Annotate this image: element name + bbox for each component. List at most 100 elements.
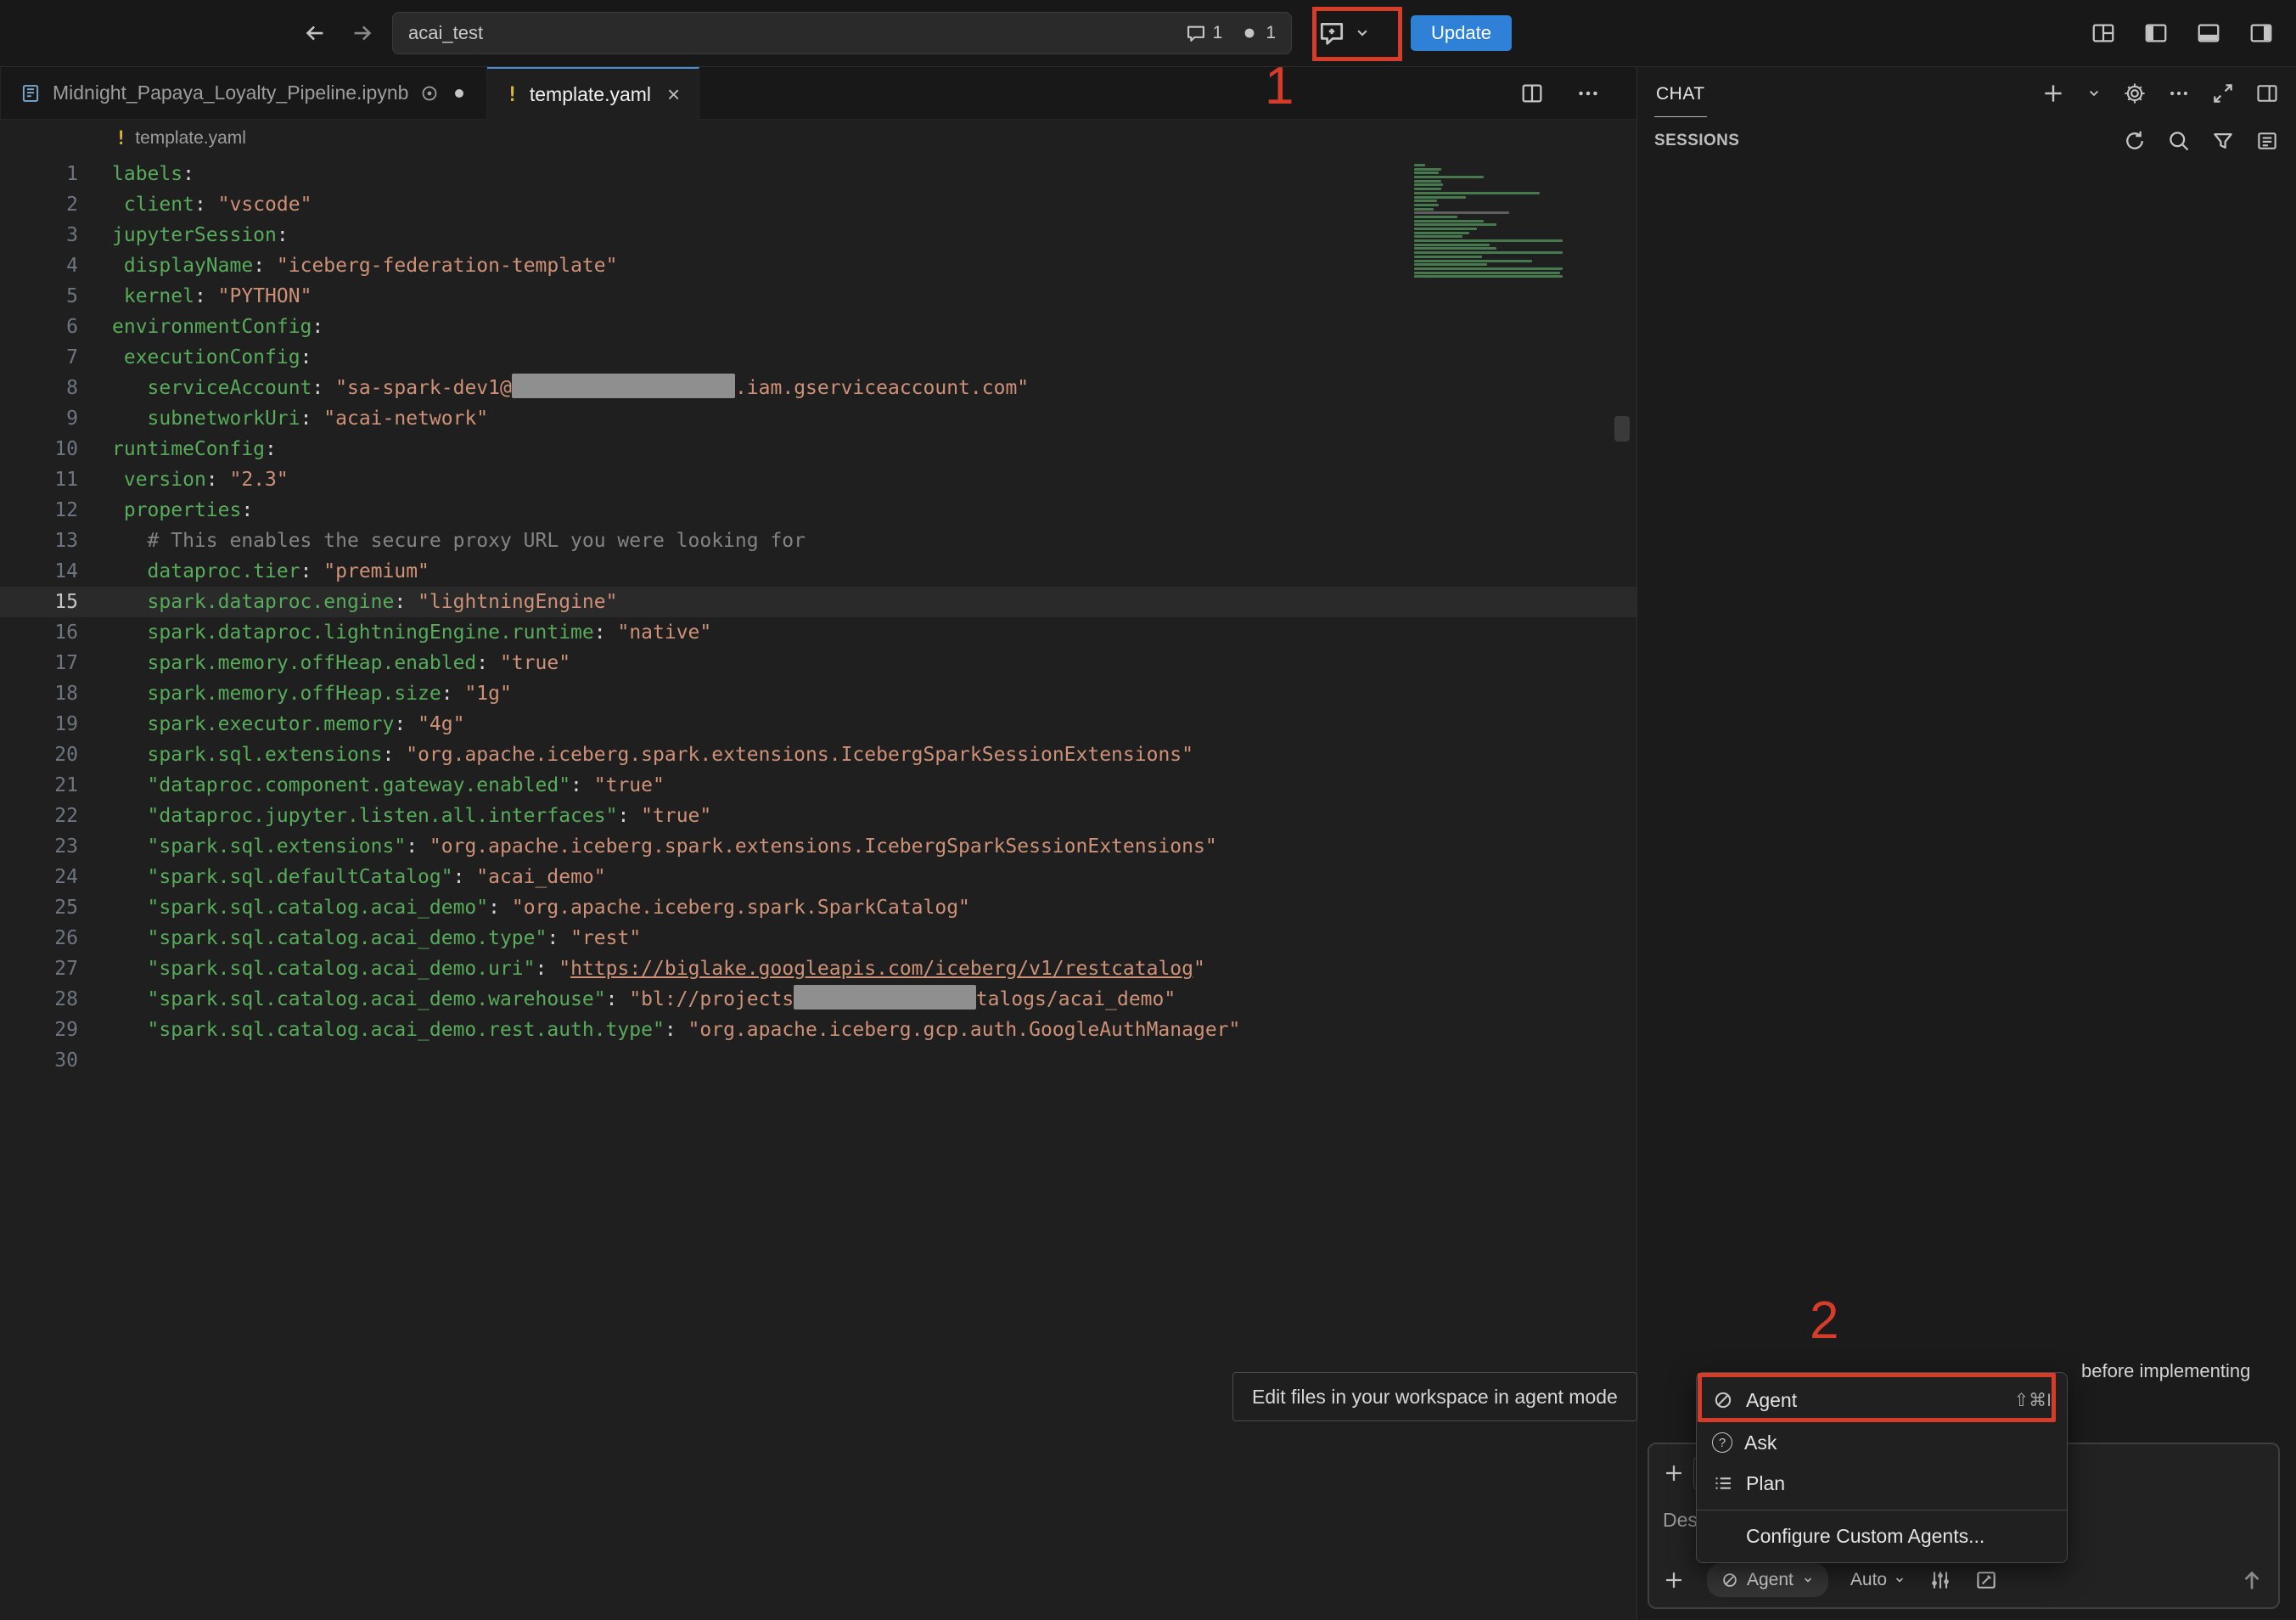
code-token: .iam.gserviceaccount.com" xyxy=(735,377,1029,399)
code-line[interactable]: 28 "spark.sql.catalog.acai_demo.warehous… xyxy=(0,984,1636,1015)
code-token: "lightningEngine" xyxy=(418,591,617,613)
filter-icon[interactable] xyxy=(2211,129,2235,153)
code-line[interactable]: 20 spark.sql.extensions: "org.apache.ice… xyxy=(0,740,1636,770)
code-line[interactable]: 8 serviceAccount: "sa-spark-dev1@.iam.gs… xyxy=(0,373,1636,403)
code-token: : xyxy=(300,346,312,368)
prompt-edit-icon[interactable] xyxy=(1974,1568,1998,1592)
code-line[interactable]: 19 spark.executor.memory: "4g" xyxy=(0,709,1636,740)
menu-item-agent[interactable]: Agent ⇧⌘I xyxy=(1697,1378,2067,1422)
menu-item-plan[interactable]: Plan xyxy=(1697,1463,2067,1504)
code-line[interactable]: 2 client: "vscode" xyxy=(0,189,1636,220)
code-line[interactable]: 11 version: "2.3" xyxy=(0,464,1636,495)
code-line[interactable]: 4 displayName: "iceberg-federation-templ… xyxy=(0,250,1636,281)
mode-dropdown-menu: Agent ⇧⌘I ? Ask Plan Configure Custom Ag… xyxy=(1696,1372,2068,1563)
code-line[interactable]: 27 "spark.sql.catalog.acai_demo.uri": "h… xyxy=(0,953,1636,984)
code-line[interactable]: 15 spark.dataproc.engine: "lightningEngi… xyxy=(0,587,1636,617)
chevron-down-icon[interactable] xyxy=(2085,85,2102,102)
code-token xyxy=(112,622,148,644)
modified-dot-icon[interactable] xyxy=(451,85,468,102)
command-center[interactable]: acai_test 1 1 xyxy=(392,12,1292,54)
code-line[interactable]: 14 dataproc.tier: "premium" xyxy=(0,556,1636,587)
editor-more-actions-icon[interactable] xyxy=(1575,81,1601,106)
code-line[interactable]: 23 "spark.sql.extensions": "org.apache.i… xyxy=(0,831,1636,862)
comment-count-badge[interactable]: 1 xyxy=(1185,22,1223,44)
code-line[interactable]: 16 spark.dataproc.lightningEngine.runtim… xyxy=(0,617,1636,648)
code-token: environmentConfig xyxy=(112,316,312,338)
code-line[interactable]: 18 spark.memory.offHeap.size: "1g" xyxy=(0,678,1636,709)
chat-panel-title[interactable]: CHAT xyxy=(1654,70,1707,117)
code-token xyxy=(500,897,512,919)
search-icon[interactable] xyxy=(2167,129,2191,153)
menu-item-configure-custom-agents[interactable]: Configure Custom Agents... xyxy=(1697,1516,2067,1555)
code-token: runtimeConfig xyxy=(112,438,265,460)
code-token xyxy=(112,377,148,399)
code-line[interactable]: 25 "spark.sql.catalog.acai_demo": "org.a… xyxy=(0,892,1636,923)
code-line[interactable]: 10runtimeConfig: xyxy=(0,434,1636,464)
code-line[interactable]: 13 # This enables the secure proxy URL y… xyxy=(0,526,1636,556)
toggle-primary-sidebar-icon[interactable] xyxy=(2143,20,2169,46)
send-button[interactable] xyxy=(2239,1567,2265,1593)
code-line[interactable]: 7 executionConfig: xyxy=(0,342,1636,373)
code-line[interactable]: 21 "dataproc.component.gateway.enabled":… xyxy=(0,770,1636,801)
hide-secondary-sidebar-icon[interactable] xyxy=(2255,82,2279,105)
dot-count-badge[interactable]: 1 xyxy=(1239,23,1276,43)
add-icon[interactable] xyxy=(1663,1569,1685,1591)
line-number: 23 xyxy=(0,831,78,862)
refresh-icon[interactable] xyxy=(2123,129,2147,153)
scrollbar-handle[interactable] xyxy=(1614,416,1630,442)
code-token: : xyxy=(194,285,206,307)
close-tab-icon[interactable]: × xyxy=(667,83,680,105)
minimap[interactable] xyxy=(1414,164,1567,284)
tab-notebook[interactable]: Midnight_Papaya_Loyalty_Pipeline.ipynb xyxy=(0,67,487,119)
more-actions-icon[interactable] xyxy=(2167,82,2191,105)
code-line[interactable]: 9 subnetworkUri: "acai-network" xyxy=(0,403,1636,434)
code-token: "premium" xyxy=(323,560,429,582)
agent-icon xyxy=(1712,1389,1734,1411)
chat-toggle-button[interactable] xyxy=(1311,14,1378,53)
code-line[interactable]: 30 xyxy=(0,1045,1636,1076)
model-label: Auto xyxy=(1850,1570,1887,1590)
code-line[interactable]: 1labels: xyxy=(0,159,1636,189)
forward-button[interactable] xyxy=(350,20,375,46)
menu-item-ask[interactable]: ? Ask xyxy=(1697,1422,2067,1463)
code-line[interactable]: 24 "spark.sql.defaultCatalog": "acai_dem… xyxy=(0,862,1636,892)
toggle-panel-icon[interactable] xyxy=(2196,20,2221,46)
gear-icon[interactable] xyxy=(2123,82,2147,105)
line-number: 20 xyxy=(0,740,78,770)
code-token xyxy=(112,774,148,796)
breadcrumb[interactable]: ! template.yaml xyxy=(0,120,1636,157)
maximize-panel-icon[interactable] xyxy=(2211,82,2235,105)
code-token xyxy=(112,835,148,858)
code-token: " xyxy=(1193,958,1205,980)
minimap-line xyxy=(1414,188,1441,190)
sessions-view-icon[interactable] xyxy=(2255,129,2279,153)
code-line[interactable]: 22 "dataproc.jupyter.listen.all.interfac… xyxy=(0,801,1636,831)
tools-sliders-icon[interactable] xyxy=(1928,1568,1952,1592)
split-editor-icon[interactable] xyxy=(1519,81,1545,106)
line-number: 18 xyxy=(0,678,78,709)
update-button[interactable]: Update xyxy=(1411,15,1512,51)
code-line[interactable]: 6environmentConfig: xyxy=(0,312,1636,342)
new-chat-icon[interactable] xyxy=(2041,82,2065,105)
code-line[interactable]: 3jupyterSession: xyxy=(0,220,1636,250)
toggle-secondary-sidebar-icon[interactable] xyxy=(2248,20,2274,46)
line-number: 16 xyxy=(0,617,78,648)
tab-label: Midnight_Papaya_Loyalty_Pipeline.ipynb xyxy=(53,82,408,104)
attach-context-icon[interactable] xyxy=(1663,1462,1685,1484)
code-token xyxy=(453,683,465,705)
code-line[interactable]: 12 properties: xyxy=(0,495,1636,526)
line-number: 25 xyxy=(0,892,78,923)
code-token xyxy=(676,1019,688,1041)
code-line[interactable]: 17 spark.memory.offHeap.enabled: "true" xyxy=(0,648,1636,678)
chat-input-placeholder[interactable]: Des xyxy=(1663,1509,1698,1532)
code-line[interactable]: 26 "spark.sql.catalog.acai_demo.type": "… xyxy=(0,923,1636,953)
back-button[interactable] xyxy=(302,20,328,46)
model-picker[interactable]: Auto xyxy=(1850,1570,1906,1590)
code-token xyxy=(617,988,629,1010)
code-line[interactable]: 5 kernel: "PYTHON" xyxy=(0,281,1636,312)
customize-layout-icon[interactable] xyxy=(2091,20,2116,46)
code-token: "bl://projects xyxy=(629,988,794,1010)
code-line[interactable]: 29 "spark.sql.catalog.acai_demo.rest.aut… xyxy=(0,1015,1636,1045)
tab-template-yaml[interactable]: ! template.yaml × xyxy=(487,67,699,120)
agent-mode-picker[interactable]: Agent xyxy=(1707,1563,1828,1597)
